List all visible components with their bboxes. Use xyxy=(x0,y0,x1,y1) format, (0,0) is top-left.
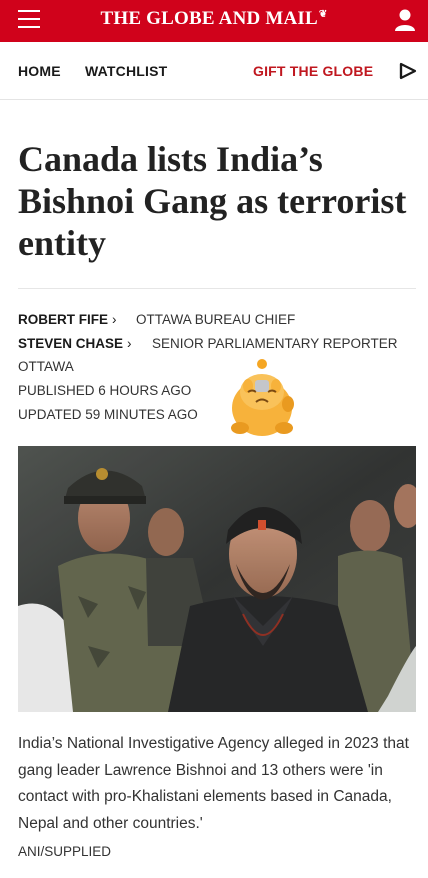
byline-author-1: ROBERT FIFE › OTTAWA BUREAU CHIEF xyxy=(18,311,418,329)
chevron-right-icon: › xyxy=(127,336,132,351)
chevron-right-icon: › xyxy=(112,312,117,327)
article-photo xyxy=(18,446,416,712)
author-name: STEVEN CHASE xyxy=(18,336,124,351)
gift-the-globe-link[interactable]: GIFT THE GLOBE xyxy=(253,63,373,79)
floating-mascot-sticker[interactable] xyxy=(226,358,298,440)
divider xyxy=(18,288,416,289)
nav-bar: HOME WATCHLIST GIFT THE GLOBE xyxy=(0,42,428,100)
play-icon[interactable] xyxy=(398,61,418,81)
dateline-location: OTTAWA xyxy=(18,359,74,374)
author-name: ROBERT FIFE xyxy=(18,312,108,327)
nav-watchlist-link[interactable]: WATCHLIST xyxy=(85,63,167,79)
top-bar: THE GLOBE AND MAIL❦ xyxy=(0,0,428,42)
nav-home-link[interactable]: HOME xyxy=(18,63,61,79)
published-timestamp: PUBLISHED 6 HOURS AGO xyxy=(18,383,192,398)
author-link[interactable]: ROBERT FIFE › xyxy=(18,312,117,327)
maple-leaf-icon: ❦ xyxy=(318,8,328,20)
site-logo[interactable]: THE GLOBE AND MAIL❦ xyxy=(0,8,428,30)
updated-timestamp: UPDATED 59 MINUTES AGO xyxy=(18,407,198,422)
author-role: SENIOR PARLIAMENTARY REPORTER xyxy=(152,336,398,351)
photo-credit: ANI/SUPPLIED xyxy=(18,844,112,859)
user-icon[interactable] xyxy=(394,8,416,32)
photo-caption: India’s National Investigative Agency al… xyxy=(18,735,409,832)
author-role: OTTAWA BUREAU CHIEF xyxy=(136,312,296,327)
byline-author-2: STEVEN CHASE › SENIOR PARLIAMENTARY REPOR… xyxy=(18,335,418,353)
logo-text: THE GLOBE AND MAIL xyxy=(100,8,318,29)
author-link[interactable]: STEVEN CHASE › xyxy=(18,336,132,351)
article-headline: Canada lists India’s Bishnoi Gang as ter… xyxy=(18,139,407,263)
